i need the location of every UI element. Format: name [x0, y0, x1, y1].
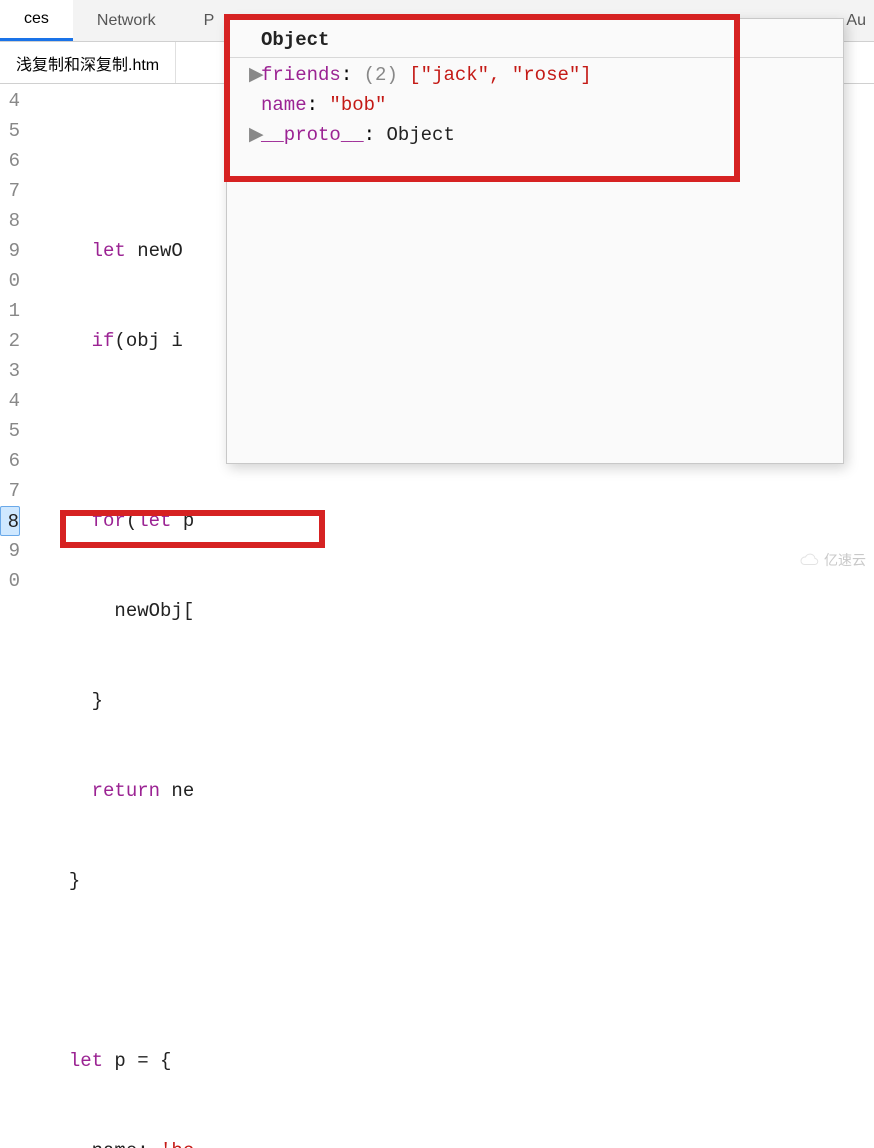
code-lines[interactable]: let newO if(obj i for(let p newObj[ } re…: [20, 84, 255, 1148]
expand-caret-icon[interactable]: ▶: [249, 120, 261, 150]
expand-caret-icon[interactable]: ▶: [249, 60, 261, 90]
tooltip-row-name[interactable]: name: "bob": [237, 90, 833, 120]
current-line-marker: 8: [0, 506, 20, 536]
file-tab[interactable]: 浅复制和深复制.htm: [0, 42, 176, 83]
tooltip-title: Object: [237, 25, 833, 55]
object-inspector-popover[interactable]: Object ▶ friends: (2) ["jack", "rose"] n…: [226, 18, 844, 464]
tooltip-row-proto[interactable]: ▶ __proto__: Object: [237, 120, 833, 150]
cloud-icon: [798, 553, 820, 567]
tab-sources[interactable]: ces: [0, 0, 73, 41]
tooltip-row-friends[interactable]: ▶ friends: (2) ["jack", "rose"]: [237, 60, 833, 90]
tab-network[interactable]: Network: [73, 0, 180, 41]
line-gutter: 4 5 6 7 8 9 0 1 2 3 4 5 6 7 8 9 0: [0, 84, 20, 1148]
watermark: 亿速云: [798, 550, 866, 570]
